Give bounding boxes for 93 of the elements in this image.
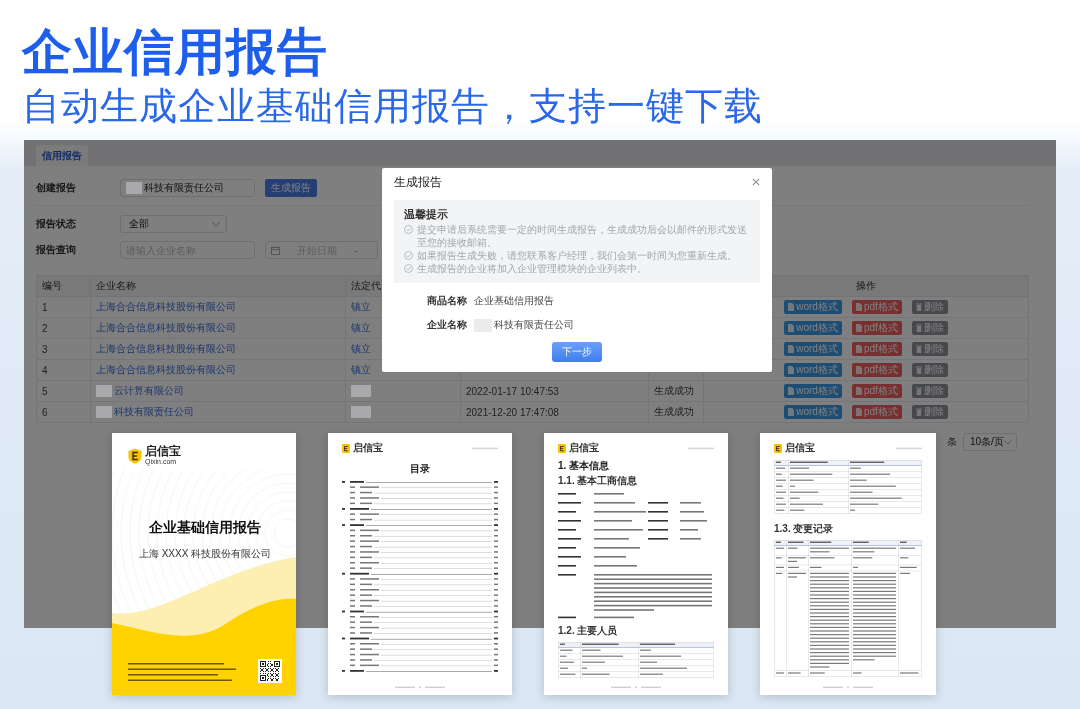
notice-title: 温馨提示 xyxy=(404,207,449,221)
document-icon xyxy=(788,303,795,311)
document-icon xyxy=(788,345,795,353)
tab[interactable]: 信用报告 xyxy=(36,145,88,166)
legal-rep-link[interactable]: 镇立 xyxy=(351,322,371,333)
word-download-button[interactable]: word格式 xyxy=(784,384,842,398)
form-label: 报告查询 xyxy=(36,243,77,257)
document-icon xyxy=(788,324,795,332)
section-heading: 1. 基本信息 xyxy=(558,460,611,472)
trash-icon xyxy=(915,408,922,416)
date-separator: - xyxy=(354,244,358,256)
company-name: 上海 XXXX 科技股份有限公司 xyxy=(137,548,273,560)
modal-title: 生成报告 xyxy=(394,173,442,191)
check-circle-icon xyxy=(404,251,413,260)
word-download-button[interactable]: word格式 xyxy=(784,300,842,314)
page-subtitle: 自动生成企业基础信用报告，支持一键下载 xyxy=(22,84,764,128)
legal-rep-link[interactable]: 镇立 xyxy=(351,364,371,375)
logo-text: 启信宝 xyxy=(353,442,383,454)
form-label: 报告状态 xyxy=(36,217,77,231)
close-icon[interactable] xyxy=(752,178,760,186)
table-cell: 3 xyxy=(36,338,91,360)
cover-title: 企业基础信用报告 xyxy=(148,518,262,536)
field-label: 企业名称 xyxy=(427,318,468,332)
header-note-drawing xyxy=(896,446,922,450)
subsection-heading: 1.3. 变更记录 xyxy=(774,523,835,535)
legal-rep-link[interactable]: 镇立 xyxy=(351,301,371,312)
logo-text: 启信宝 xyxy=(569,442,599,454)
chevron-down-icon xyxy=(1004,439,1012,445)
calendar-icon xyxy=(271,245,280,255)
subsection-heading: 1.1. 基本工商信息 xyxy=(558,475,639,487)
table-cell: 4 xyxy=(36,359,91,381)
page-size-select[interactable]: 10条/页 xyxy=(963,433,1017,451)
trash-icon xyxy=(915,324,922,332)
shield-logo-icon xyxy=(128,447,142,464)
logo-icon xyxy=(558,443,566,453)
document-icon xyxy=(788,387,795,395)
column-header: 企业名称 xyxy=(90,275,346,297)
pdf-download-button[interactable]: pdf格式 xyxy=(851,363,902,377)
word-download-button[interactable]: word格式 xyxy=(784,342,842,356)
logo-icon xyxy=(774,443,782,453)
notice-text: 生成报告的企业将加入企业管理模块的企业列表中。 xyxy=(417,262,647,275)
generate-report-button[interactable]: 生成报告 xyxy=(265,179,317,197)
document-icon xyxy=(855,345,862,353)
page-footer-drawing xyxy=(395,686,445,689)
subsection-heading: 1.2. 主要人员 xyxy=(558,625,619,637)
logo-text: 启信宝 xyxy=(785,442,815,454)
table-cell: 2 xyxy=(36,317,91,339)
page-footer-drawing xyxy=(611,686,661,689)
page-footer-drawing xyxy=(823,686,873,689)
company-name-field[interactable]: 科技有限责任公司 xyxy=(120,179,255,197)
trash-icon xyxy=(915,345,922,353)
document-icon xyxy=(855,408,862,416)
company-link[interactable]: 科技有限责任公司 xyxy=(114,406,194,417)
legal-rep-link[interactable]: 镇立 xyxy=(351,343,371,354)
trash-icon xyxy=(915,303,922,311)
table-cell: 1 xyxy=(36,296,91,318)
pdf-download-button[interactable]: pdf格式 xyxy=(851,384,902,398)
field-label: 商品名称 xyxy=(427,294,468,308)
document-icon xyxy=(855,324,862,332)
word-download-button[interactable]: word格式 xyxy=(784,363,842,377)
logo-icon xyxy=(342,443,350,453)
pdf-download-button[interactable]: pdf格式 xyxy=(851,342,902,356)
pdf-download-button[interactable]: pdf格式 xyxy=(851,321,902,335)
page-title: 企业信用报告 xyxy=(22,24,329,80)
trash-icon xyxy=(915,366,922,374)
document-icon xyxy=(855,366,862,374)
field-value: 科技有限责任公司 xyxy=(494,318,574,332)
logo-text: 启信宝 xyxy=(145,445,181,458)
word-download-button[interactable]: word格式 xyxy=(784,321,842,335)
pdf-download-button[interactable]: pdf格式 xyxy=(851,300,902,314)
document-icon xyxy=(855,387,862,395)
company-link[interactable]: 云计算有限公司 xyxy=(114,385,184,396)
document-icon xyxy=(788,366,795,374)
pdf-download-button[interactable]: pdf格式 xyxy=(851,405,902,419)
document-icon xyxy=(788,408,795,416)
contents-title: 目录 xyxy=(409,463,431,475)
word-download-button[interactable]: word格式 xyxy=(784,405,842,419)
check-circle-icon xyxy=(404,225,413,234)
trash-icon xyxy=(915,387,922,395)
chevron-down-icon xyxy=(212,221,220,227)
next-step-button[interactable]: 下一步 xyxy=(552,342,602,362)
qr-code-icon xyxy=(258,659,282,683)
header-note-drawing xyxy=(688,446,714,450)
status-select[interactable]: 全部 xyxy=(120,215,227,233)
check-circle-icon xyxy=(404,264,413,273)
table-cell: 5 xyxy=(36,380,91,402)
field-value: 企业基础信用报告 xyxy=(474,294,554,308)
document-icon xyxy=(855,303,862,311)
column-header: 编号 xyxy=(36,275,91,297)
table-cell: 6 xyxy=(36,401,91,423)
form-label: 创建报告 xyxy=(36,181,77,195)
header-note-drawing xyxy=(472,446,498,450)
count-unit-label: 条 xyxy=(947,435,957,449)
